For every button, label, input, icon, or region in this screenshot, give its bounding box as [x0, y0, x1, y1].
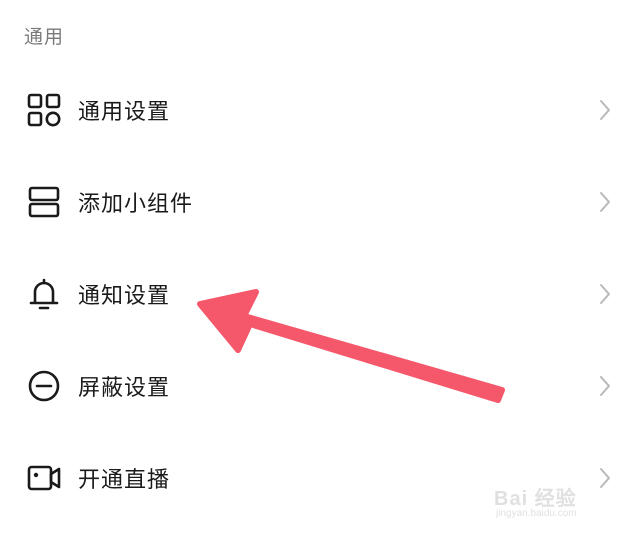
menu-item-label: 添加小组件 — [78, 192, 194, 217]
menu-item-label: 屏蔽设置 — [78, 376, 171, 401]
bell-icon — [24, 274, 64, 314]
menu-item-notification-settings[interactable]: 通知设置 — [0, 248, 642, 340]
grid-icon — [24, 90, 64, 130]
watermark-url: jingyan.baidu.com — [496, 508, 577, 519]
widget-icon — [24, 182, 64, 222]
chevron-right-icon — [598, 282, 612, 306]
block-icon — [24, 366, 64, 406]
menu-item-general-settings[interactable]: 通用设置 — [0, 64, 642, 156]
menu-item-label: 通用设置 — [78, 100, 171, 125]
watermark-brand: Bai 经验 — [494, 488, 577, 510]
settings-menu-list: 通用设置 添加小组件 通知设置 屏蔽设置 开通直播 — [0, 64, 642, 524]
chevron-right-icon — [598, 98, 612, 122]
chevron-right-icon — [598, 190, 612, 214]
menu-item-add-widget[interactable]: 添加小组件 — [0, 156, 642, 248]
baidu-jingyan-watermark: Bai 经验 jingyan.baidu.com — [494, 480, 606, 524]
menu-item-block-settings[interactable]: 屏蔽设置 — [0, 340, 642, 432]
video-camera-icon — [24, 458, 64, 498]
menu-item-label: 开通直播 — [78, 468, 171, 493]
chevron-right-icon — [598, 374, 612, 398]
section-header-general: 通用 — [24, 26, 65, 48]
menu-item-label: 通知设置 — [78, 284, 171, 309]
